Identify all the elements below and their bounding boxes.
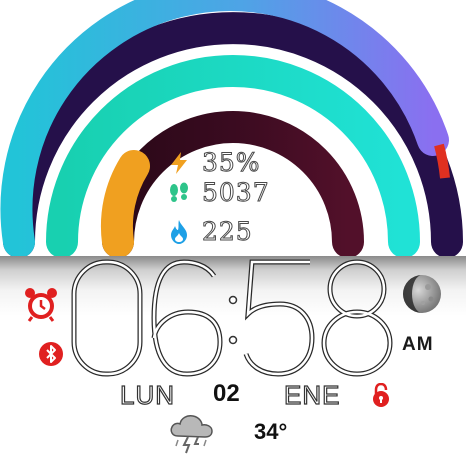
alarm-clock-icon[interactable] — [24, 286, 58, 326]
calories-stat: 225 — [168, 217, 253, 246]
moon-phase-icon — [401, 273, 443, 319]
outer-arc-end-marker — [434, 143, 450, 179]
day-label: 02 — [213, 380, 240, 407]
inner-arc-fill — [100, 150, 150, 258]
time-colon — [228, 295, 238, 345]
footprints-icon — [168, 182, 190, 204]
bluetooth-icon[interactable] — [38, 341, 64, 371]
month-label: ENE — [283, 379, 341, 410]
thunderstorm-cloud-icon — [168, 412, 216, 458]
hour-digit-1 — [71, 259, 143, 377]
flame-icon — [168, 220, 190, 244]
ampm-label: AM — [402, 334, 434, 355]
minute-digit-2 — [321, 259, 393, 377]
steps-value: 5037 — [202, 178, 270, 207]
lightning-icon — [168, 152, 190, 174]
battery-value: 35% — [202, 148, 261, 177]
temperature-value: 34° — [254, 419, 288, 444]
weekday-label: LUN — [119, 379, 176, 410]
steps-stat: 5037 — [168, 178, 270, 207]
hour-digit-2 — [151, 259, 223, 377]
minute-digit-1 — [243, 259, 315, 377]
padlock-icon[interactable] — [370, 382, 392, 411]
calories-value: 225 — [202, 217, 253, 246]
battery-stat: 35% — [168, 148, 261, 177]
